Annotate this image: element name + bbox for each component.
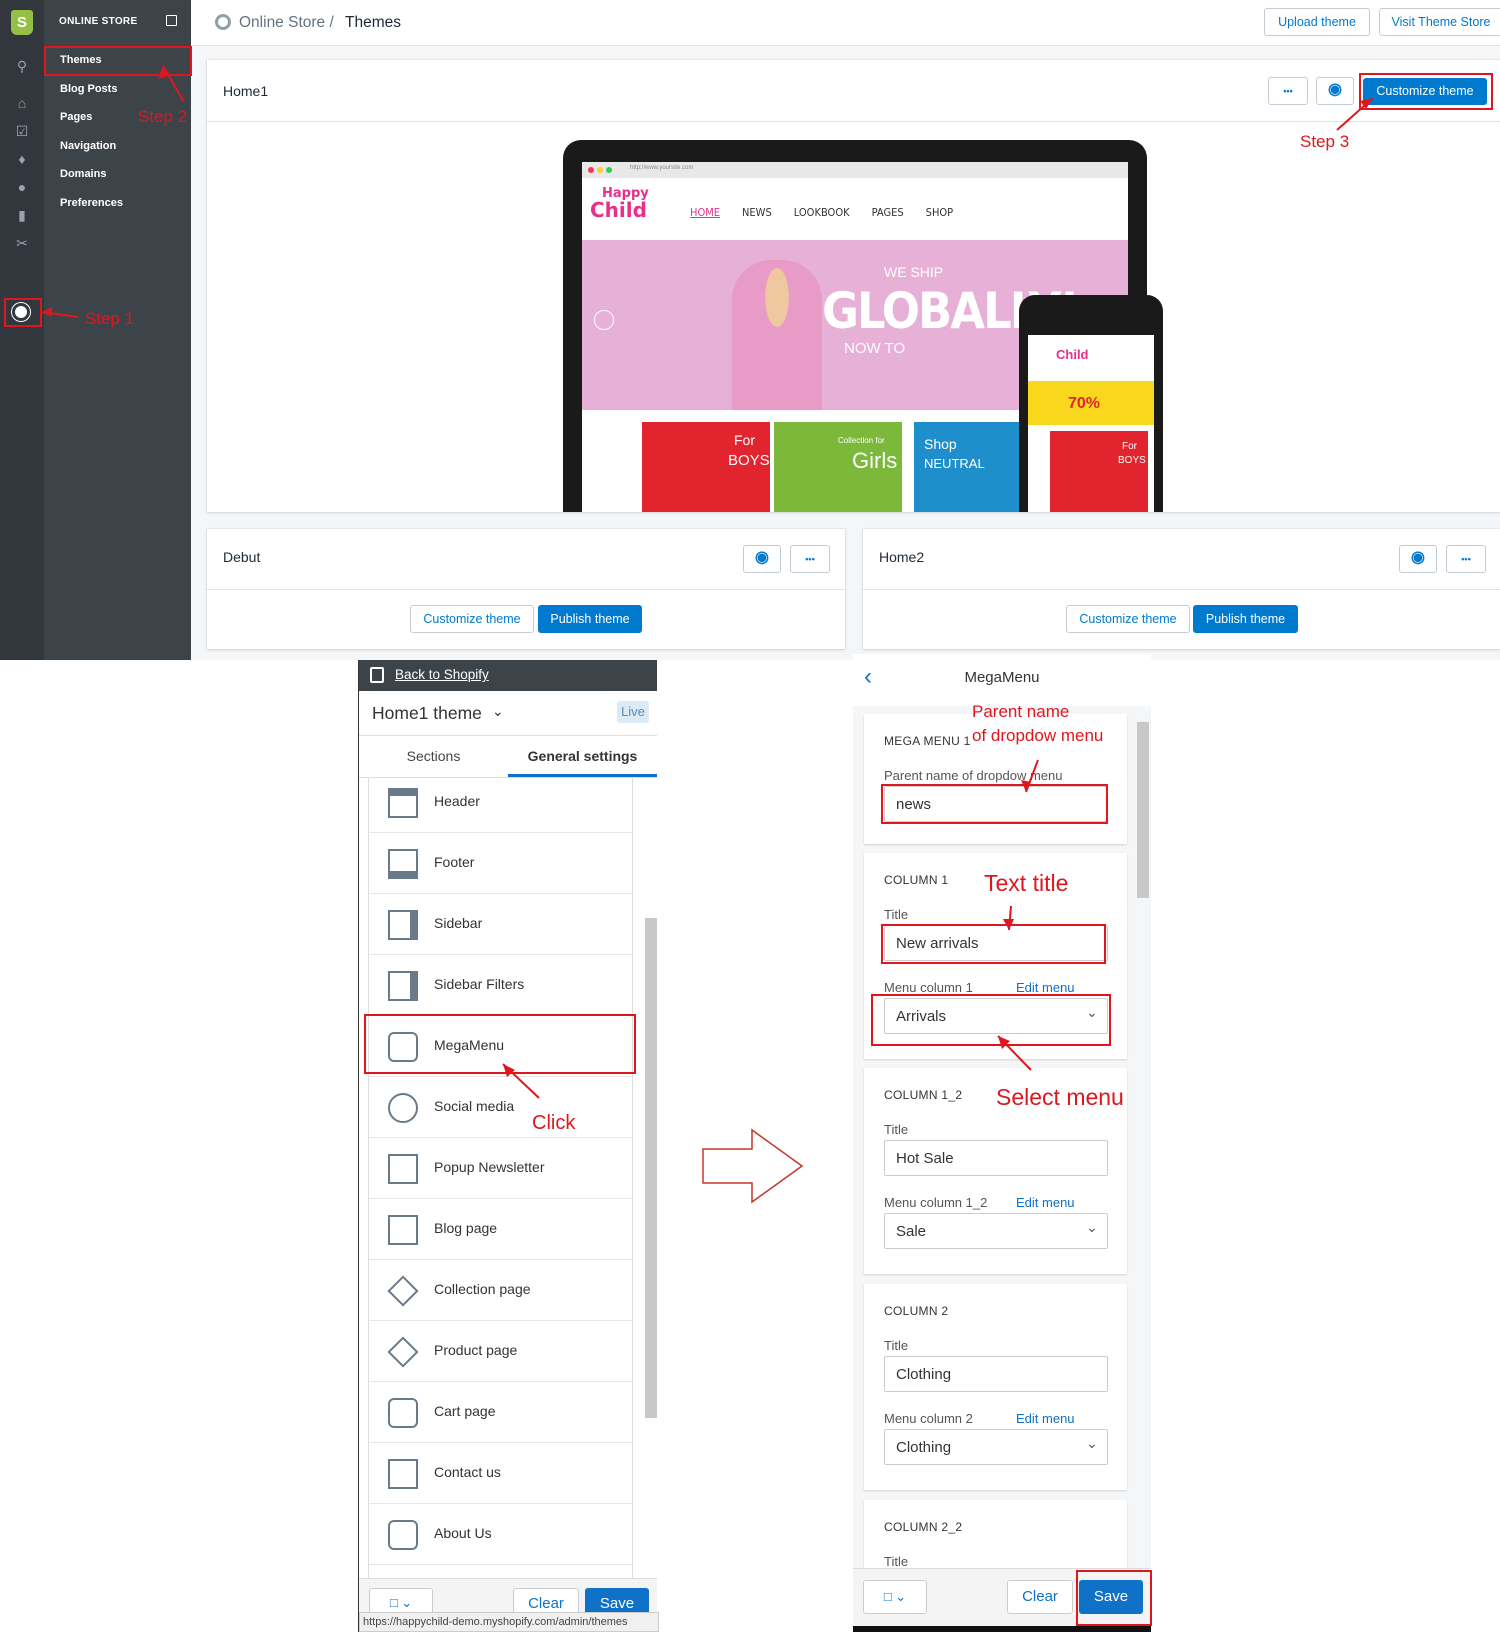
annotation-arrows — [41, 65, 1374, 1099]
